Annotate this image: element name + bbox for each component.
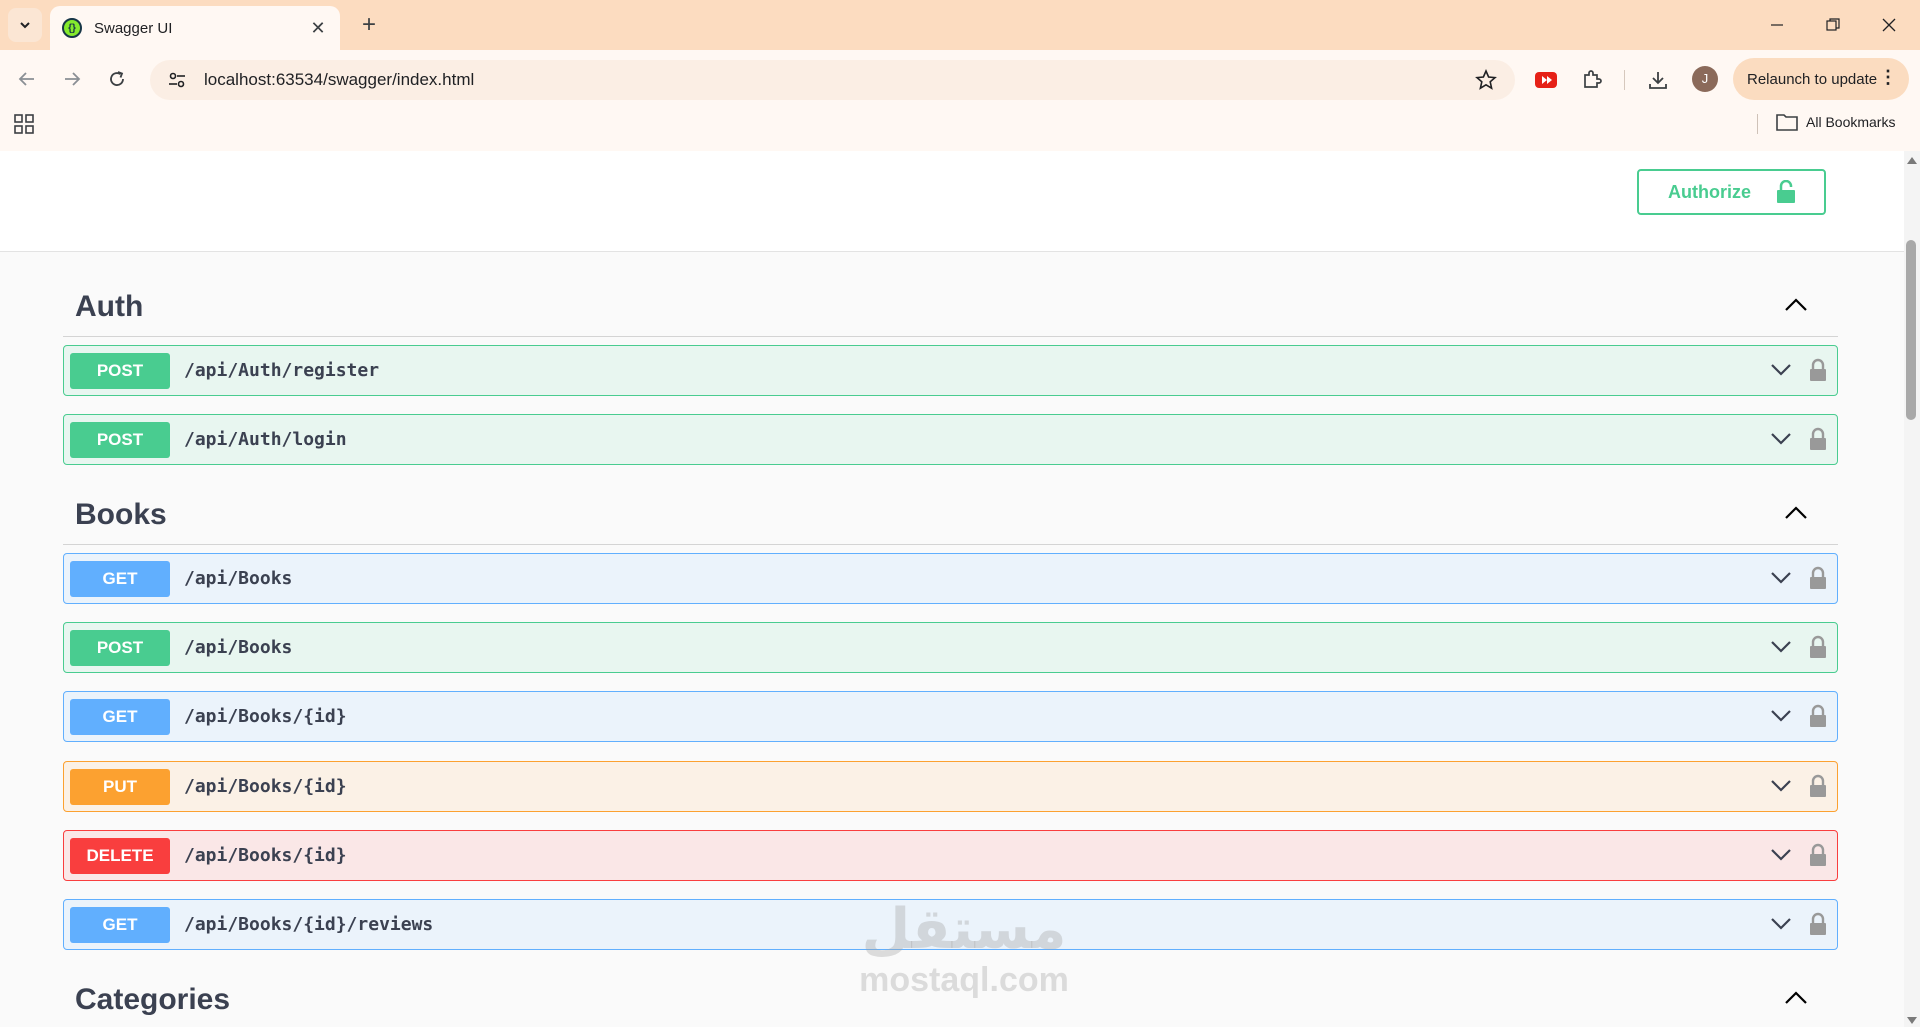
close-icon [1882, 18, 1896, 32]
watermark-latin: mostaql.com [859, 961, 1069, 999]
method-badge: GET [70, 698, 170, 735]
minimize-button[interactable] [1754, 8, 1800, 42]
restore-button[interactable] [1810, 8, 1856, 42]
section-title: Books [75, 497, 167, 531]
lock-icon[interactable] [1809, 427, 1827, 456]
tab-search-button[interactable] [8, 8, 42, 42]
operation-path: /api/Auth/login [184, 429, 347, 450]
lock-icon[interactable] [1809, 843, 1827, 872]
scroll-up-arrow[interactable] [1907, 157, 1917, 164]
section-auth: Auth [63, 277, 1838, 337]
chevron-down-icon[interactable] [1770, 432, 1792, 451]
chevron-down-icon[interactable] [1770, 848, 1792, 867]
lock-icon[interactable] [1809, 566, 1827, 595]
section-books-header[interactable]: Books [63, 485, 1838, 545]
lock-icon[interactable] [1809, 635, 1827, 664]
operation-path: /api/Books [184, 568, 293, 589]
tab-strip: {} Swagger UI ✕ + [0, 0, 1920, 50]
section-title: Auth [75, 289, 144, 323]
method-badge: POST [70, 352, 170, 389]
mostaql-watermark: مستقل mostaql.com [844, 900, 1084, 1000]
authorize-label: Authorize [1668, 181, 1751, 202]
section-auth-header[interactable]: Auth [63, 277, 1838, 337]
restore-icon [1826, 18, 1840, 31]
tab-close-icon[interactable]: ✕ [308, 18, 328, 39]
method-badge: POST [70, 629, 170, 666]
browser-toolbar: localhost:63534/swagger/index.html J Rel… [0, 50, 1920, 158]
operation-path: /api/Books [184, 637, 293, 658]
reload-icon [110, 71, 124, 86]
reload-button[interactable] [100, 62, 134, 96]
chevron-up-icon[interactable] [1784, 297, 1808, 318]
operation-path: /api/Books/{id} [184, 706, 347, 727]
bookmarks-separator [1757, 114, 1758, 134]
more-menu-icon[interactable]: ⋮ [1879, 67, 1897, 88]
authorize-button[interactable]: Authorize [1637, 169, 1826, 215]
method-badge: POST [70, 421, 170, 458]
url-text: localhost:63534/swagger/index.html [204, 70, 475, 89]
downloads-icon[interactable] [1640, 62, 1676, 98]
operation-row[interactable]: PUT /api/Books/{id} [63, 761, 1838, 812]
chevron-down-icon[interactable] [1770, 640, 1792, 659]
watermark-arabic: مستقل [861, 897, 1067, 962]
apps-grid-icon[interactable] [14, 114, 34, 134]
operation-path: /api/Books/{id} [184, 776, 347, 797]
forward-button[interactable] [55, 62, 89, 96]
section-books: Books [63, 485, 1838, 545]
operation-row[interactable]: GET /api/Books [63, 553, 1838, 604]
operation-row[interactable]: POST /api/Books [63, 622, 1838, 673]
section-title: Categories [75, 982, 231, 1016]
chevron-down-icon[interactable] [1770, 709, 1792, 728]
new-tab-button[interactable]: + [354, 10, 384, 40]
lock-icon[interactable] [1809, 704, 1827, 733]
chevron-up-icon[interactable] [1784, 990, 1808, 1011]
operation-row[interactable]: POST /api/Auth/login [63, 414, 1838, 465]
unlock-icon [1776, 179, 1796, 209]
browser-tab-swagger[interactable]: {} Swagger UI ✕ [50, 6, 340, 50]
scrollbar-thumb[interactable] [1906, 240, 1916, 420]
chevron-down-icon[interactable] [1770, 779, 1792, 798]
swagger-topbar: Authorize [0, 151, 1904, 252]
method-badge: PUT [70, 768, 170, 805]
operation-row[interactable]: POST /api/Auth/register [63, 345, 1838, 396]
relaunch-label: Relaunch to update [1747, 70, 1878, 88]
profile-avatar[interactable]: J [1692, 66, 1718, 92]
swagger-page: Authorize Auth POST /api/Auth/register P… [0, 151, 1904, 1027]
operation-path: /api/Books/{id}/reviews [184, 914, 434, 935]
operation-row[interactable]: GET /api/Books/{id} [63, 691, 1838, 742]
lock-icon[interactable] [1809, 358, 1827, 387]
operation-row[interactable]: DELETE /api/Books/{id} [63, 830, 1838, 881]
close-window-button[interactable] [1866, 8, 1912, 42]
extensions-puzzle-icon[interactable] [1574, 62, 1610, 98]
chevron-down-icon [20, 22, 30, 29]
chevron-down-icon[interactable] [1770, 571, 1792, 590]
relaunch-to-update-button[interactable]: Relaunch to update ⋮ [1733, 58, 1909, 100]
chevron-up-icon[interactable] [1784, 505, 1808, 526]
method-badge: GET [70, 560, 170, 597]
arrow-right-icon [65, 72, 81, 86]
folder-icon [1776, 114, 1798, 131]
method-badge: DELETE [70, 837, 170, 874]
lock-icon[interactable] [1809, 912, 1827, 941]
operation-path: /api/Books/{id} [184, 845, 347, 866]
arrow-left-icon [18, 72, 34, 86]
address-bar[interactable]: localhost:63534/swagger/index.html [150, 60, 1515, 100]
swagger-favicon-icon: {} [62, 18, 82, 38]
youtube-extension-icon[interactable] [1528, 62, 1564, 98]
site-info-icon[interactable] [166, 69, 188, 91]
chevron-down-icon[interactable] [1770, 363, 1792, 382]
back-button[interactable] [10, 62, 44, 96]
all-bookmarks-label: All Bookmarks [1806, 114, 1896, 130]
toolbar-separator [1624, 70, 1625, 90]
scroll-down-arrow[interactable] [1907, 1017, 1917, 1024]
tab-title: Swagger UI [94, 19, 173, 37]
all-bookmarks-button[interactable]: All Bookmarks [1776, 113, 1895, 131]
minimize-icon [1771, 24, 1783, 26]
chevron-down-icon[interactable] [1770, 917, 1792, 936]
lock-icon[interactable] [1809, 774, 1827, 803]
bookmark-star-icon[interactable] [1475, 68, 1497, 96]
method-badge: GET [70, 906, 170, 943]
operation-path: /api/Auth/register [184, 360, 380, 381]
